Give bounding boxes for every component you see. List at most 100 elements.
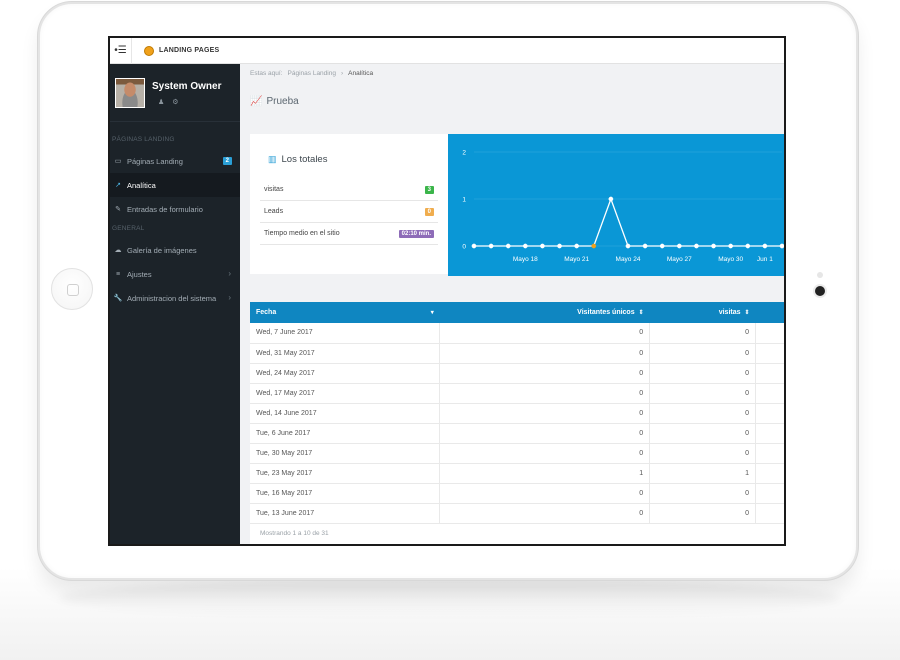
data-point bbox=[728, 243, 734, 249]
chevron-right-icon: › bbox=[228, 269, 231, 278]
cell-date: Tue, 16 May 2017 bbox=[250, 483, 441, 504]
breadcrumb: Estas aquí: Páginas Landing › Analítica bbox=[240, 64, 784, 82]
sidebar-item-label: Ajustes bbox=[127, 269, 152, 279]
data-point bbox=[591, 243, 597, 249]
table-row[interactable]: Tue, 23 May 2017 1 1 bbox=[250, 463, 784, 484]
table-row[interactable]: Wed, 31 May 2017 0 0 bbox=[250, 343, 784, 364]
wrench-icon: 🔧 bbox=[113, 295, 123, 302]
cell-unique-visitors: 0 bbox=[439, 343, 651, 364]
y-tick-label: 0 bbox=[462, 244, 466, 251]
data-point bbox=[779, 243, 784, 249]
cell-unique-visitors: 0 bbox=[439, 383, 651, 404]
page-title-text: Prueba bbox=[266, 96, 299, 107]
column-header-label: visitas bbox=[718, 309, 741, 316]
sidebar-item-label: Analítica bbox=[127, 180, 156, 190]
sidebar-item-analitica[interactable]: ↗ Analítica bbox=[110, 173, 240, 197]
cell-unique-visitors: 0 bbox=[439, 323, 651, 344]
tablet-shadow bbox=[60, 578, 840, 618]
cell-visits: 1 bbox=[649, 463, 756, 484]
cell-extra bbox=[755, 423, 784, 444]
table-row[interactable]: Wed, 24 May 2017 0 0 bbox=[250, 363, 784, 384]
cell-unique-visitors: 0 bbox=[439, 363, 651, 384]
table-row[interactable]: Tue, 30 May 2017 0 0 bbox=[250, 443, 784, 464]
cell-visits: 0 bbox=[649, 503, 756, 524]
gear-icon[interactable]: ⚙ bbox=[172, 98, 178, 106]
cell-visits: 0 bbox=[649, 403, 756, 424]
stat-label: Tiempo medio en el sitio bbox=[264, 230, 340, 237]
y-tick-label: 1 bbox=[462, 197, 466, 204]
cell-unique-visitors: 0 bbox=[439, 503, 651, 524]
cell-unique-visitors: 0 bbox=[439, 403, 651, 424]
data-point bbox=[676, 243, 682, 249]
data-point bbox=[642, 243, 648, 249]
column-header-visitas[interactable]: visitas ⇕ bbox=[650, 302, 756, 323]
chart-panel: 0 1 2 Mayo 18 Mayo 21 Mayo 24 Mayo 27 Mayo 30 Ju… bbox=[448, 134, 784, 276]
totals-title-text: Los totales bbox=[281, 154, 328, 165]
stat-label: visitas bbox=[264, 186, 284, 193]
user-icon[interactable]: ♟ bbox=[158, 98, 164, 106]
sidebar-item-paginas-landing[interactable]: ▭ Páginas Landing 2 bbox=[110, 149, 240, 173]
stat-value-badge: 02:10 min. bbox=[398, 229, 434, 238]
stat-row-leads: Leads 0 bbox=[260, 201, 438, 223]
data-point bbox=[574, 243, 580, 249]
hamburger-icon: •☰ bbox=[114, 45, 127, 56]
sliders-icon: ≡ bbox=[115, 270, 121, 278]
totals-panel: ▥ Los totales visitas 3 Leads 0 Tiempo m… bbox=[250, 134, 448, 274]
cell-visits: 0 bbox=[649, 483, 756, 504]
cell-extra bbox=[755, 403, 784, 424]
user-name: System Owner bbox=[152, 81, 222, 92]
home-button[interactable] bbox=[51, 268, 93, 310]
table-row[interactable]: Wed, 17 May 2017 0 0 bbox=[250, 383, 784, 404]
cell-unique-visitors: 0 bbox=[439, 443, 651, 464]
table-row[interactable]: Tue, 6 June 2017 0 0 bbox=[250, 423, 784, 444]
sidebar-item-galeria[interactable]: ☁ Galería de imágenes bbox=[110, 238, 240, 262]
data-point bbox=[762, 243, 768, 249]
sidebar-item-label: Páginas Landing bbox=[127, 156, 183, 166]
cell-visits: 0 bbox=[649, 363, 756, 384]
table-row[interactable]: Wed, 7 June 2017 0 0 bbox=[250, 323, 784, 344]
page-title: 📈 Prueba bbox=[250, 96, 299, 107]
data-point bbox=[540, 243, 545, 249]
sidebar: System Owner ♟ ⚙ PÁGINAS LANDING ▭ Págin… bbox=[110, 64, 240, 544]
menu-toggle-button[interactable]: •☰ bbox=[110, 38, 132, 64]
cell-date: Wed, 17 May 2017 bbox=[250, 383, 441, 404]
app-title: LANDING PAGES bbox=[159, 47, 220, 54]
x-tick-label: Mayo 24 bbox=[616, 256, 641, 263]
cell-visits: 0 bbox=[649, 443, 756, 464]
count-badge: 2 bbox=[222, 157, 232, 165]
chevron-right-icon: › bbox=[340, 69, 344, 77]
totals-title: ▥ Los totales bbox=[268, 154, 327, 165]
cell-unique-visitors: 0 bbox=[439, 483, 651, 504]
cell-date: Tue, 13 June 2017 bbox=[250, 503, 441, 524]
stat-row-tiempo: Tiempo medio en el sitio 02:10 min. bbox=[260, 223, 438, 245]
laptop-icon: ▭ bbox=[114, 158, 122, 165]
table-row[interactable]: Tue, 13 June 2017 0 0 bbox=[250, 503, 784, 524]
cell-extra bbox=[755, 483, 784, 504]
data-point bbox=[659, 243, 665, 249]
cloud-icon: ☁ bbox=[114, 247, 122, 254]
sidebar-item-ajustes[interactable]: ≡ Ajustes › bbox=[110, 262, 240, 286]
y-tick-label: 2 bbox=[462, 150, 466, 157]
sidebar-item-administracion[interactable]: 🔧 Administracion del sistema › bbox=[110, 286, 240, 310]
x-tick-label: Jun 1 bbox=[757, 256, 773, 263]
sidebar-item-label: Galería de imágenes bbox=[127, 245, 197, 255]
section-label-general: GENERAL bbox=[112, 225, 145, 232]
top-bar: •☰ LANDING PAGES bbox=[110, 38, 784, 64]
table-row[interactable]: Wed, 14 June 2017 0 0 bbox=[250, 403, 784, 424]
sidebar-item-entradas[interactable]: ✎ Entradas de formulario bbox=[110, 197, 240, 221]
user-panel: System Owner ♟ ⚙ bbox=[110, 64, 240, 122]
sort-desc-icon: ▾ bbox=[430, 310, 434, 316]
data-point bbox=[505, 243, 511, 249]
chevron-right-icon: › bbox=[228, 293, 231, 302]
breadcrumb-parent[interactable]: Páginas Landing bbox=[288, 70, 336, 77]
cell-extra bbox=[755, 463, 784, 484]
cell-date: Wed, 24 May 2017 bbox=[250, 363, 441, 384]
breadcrumb-current: Analítica bbox=[348, 69, 374, 77]
column-header-visitantes[interactable]: Visitantes únicos ⇕ bbox=[440, 302, 650, 323]
data-point bbox=[608, 196, 614, 202]
data-point bbox=[745, 243, 751, 249]
column-header-fecha[interactable]: Fecha ▾ bbox=[250, 302, 440, 323]
data-point bbox=[488, 243, 494, 249]
table-row[interactable]: Tue, 16 May 2017 0 0 bbox=[250, 483, 784, 504]
x-tick-label: Mayo 18 bbox=[513, 256, 538, 263]
